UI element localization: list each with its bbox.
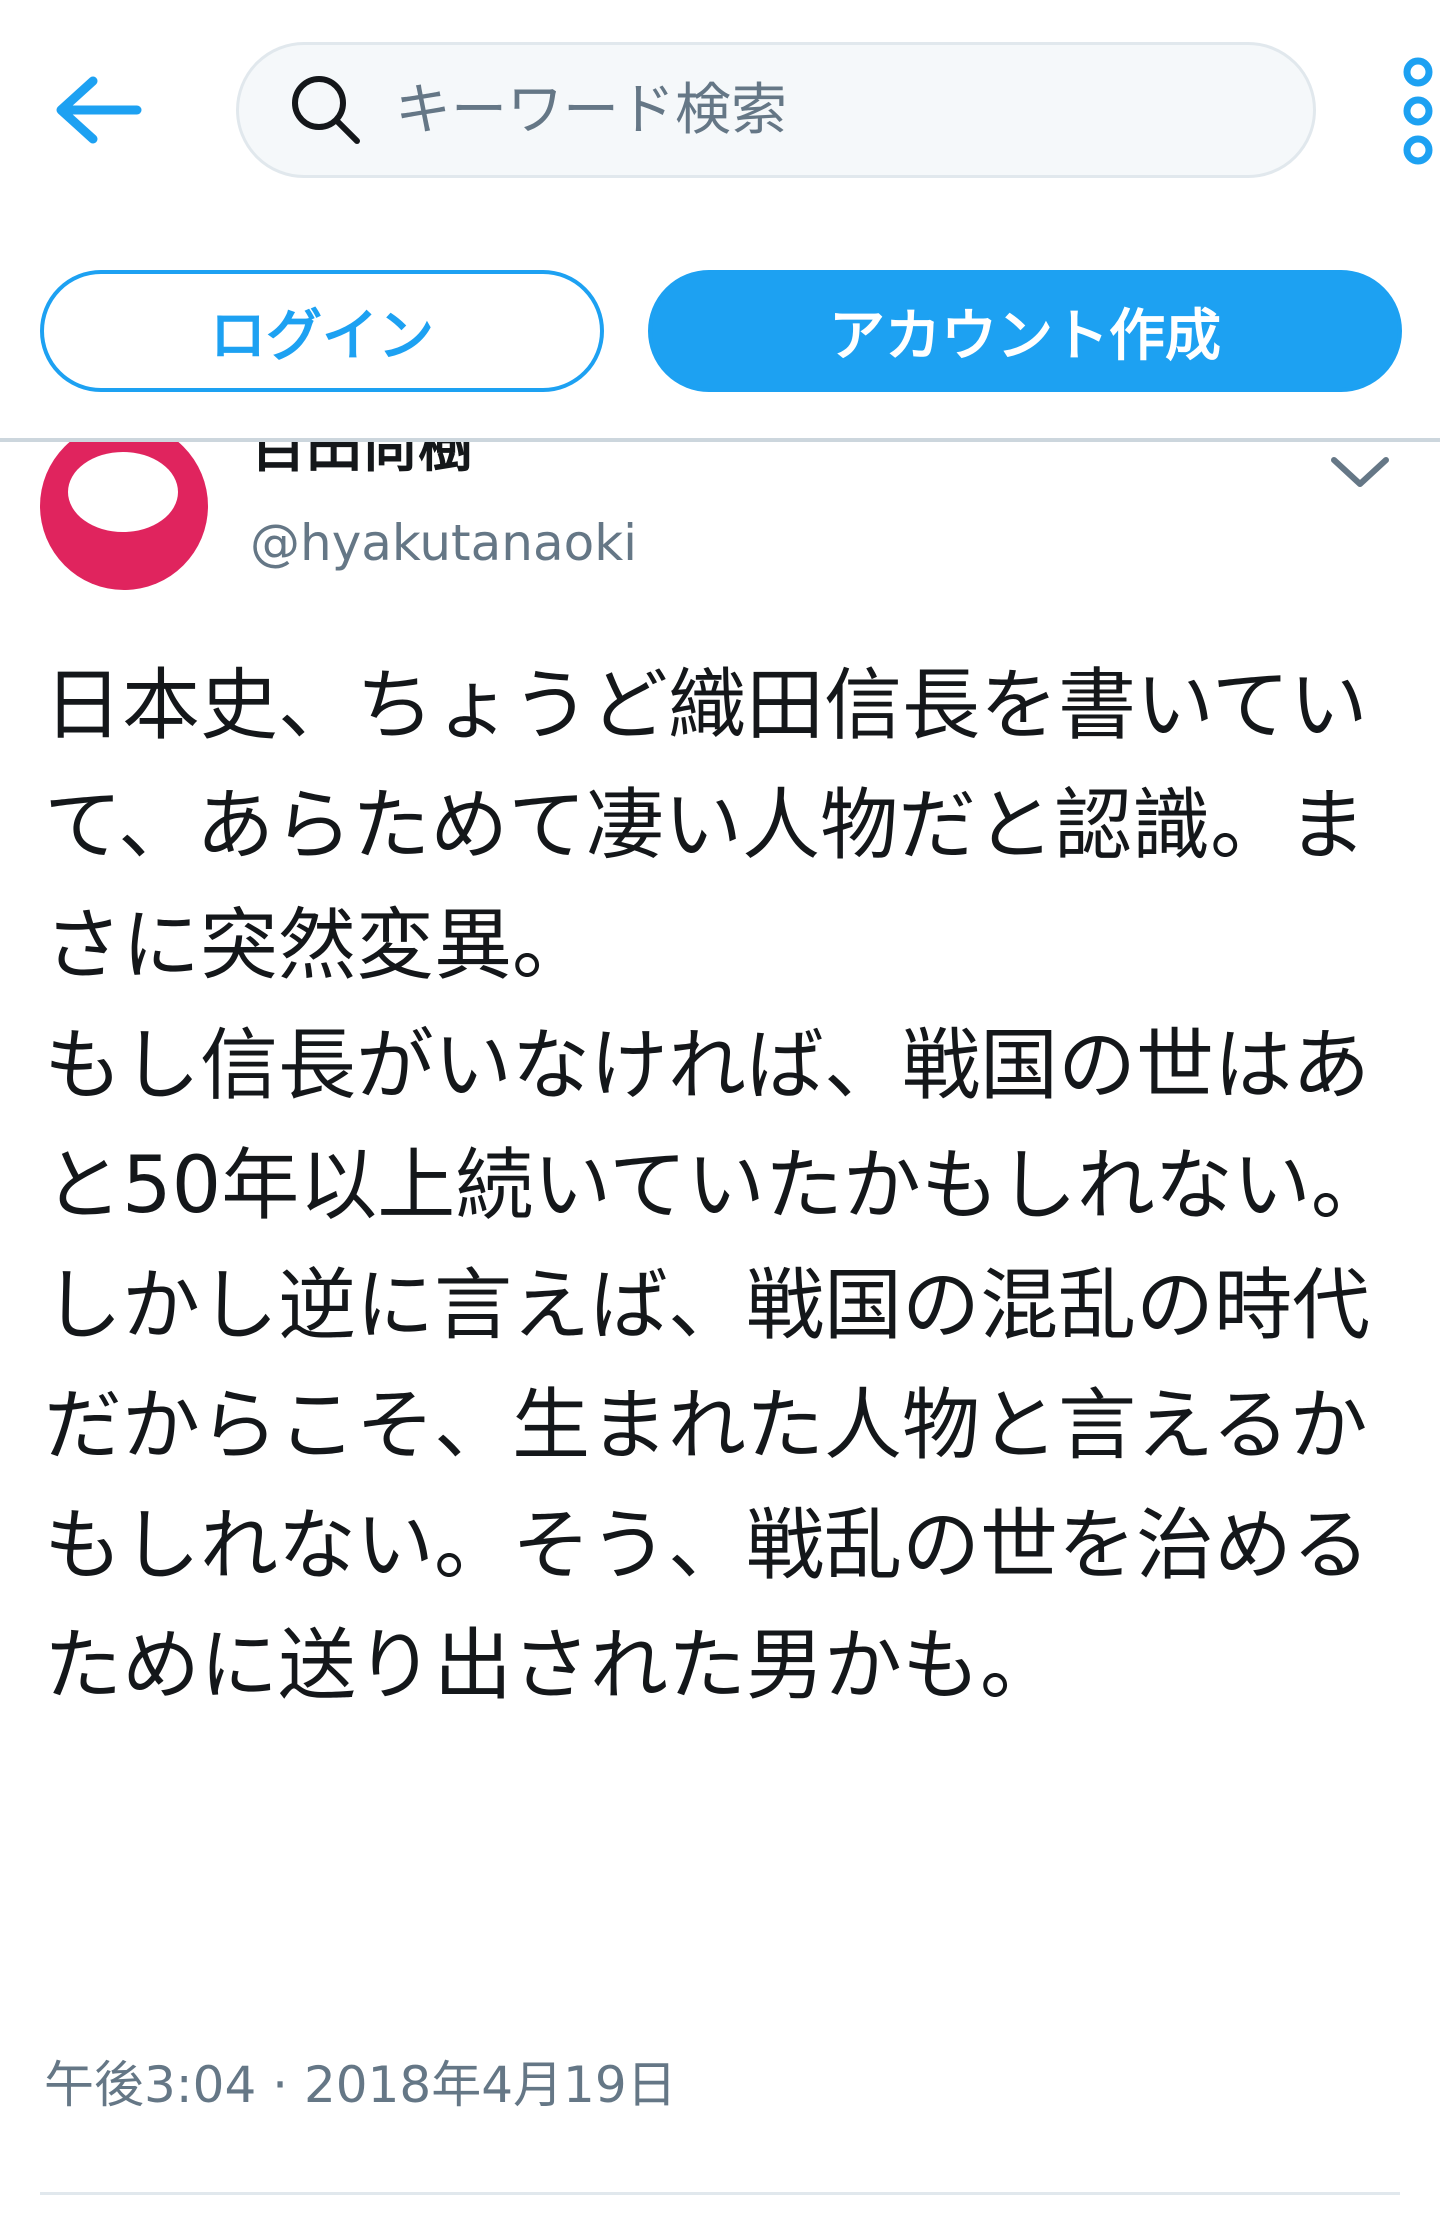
avatar-image [40,442,208,590]
more-options-button[interactable] [1396,56,1440,166]
top-bar [0,0,1440,200]
author-display-name[interactable]: 百田尚樹 [250,442,474,488]
tweet-paragraph: しかし逆に言えば、戦国の混乱の時代だからこそ、生まれた人物と言えるかもしれない。… [44,1261,1371,1711]
tweet-menu-button[interactable] [1320,444,1400,504]
search-input[interactable] [393,76,1257,144]
tweet: 百田尚樹 @hyakutanaoki 日本史、ちょうど織田信長を書いていて、あら… [0,442,1440,2236]
tweet-divider [40,2192,1400,2195]
tweet-timestamp[interactable]: 午後3:04 · 2018年4月19日 [44,2050,677,2120]
search-icon [289,73,363,147]
avatar[interactable] [40,442,208,590]
login-button[interactable]: ログイン [40,270,604,392]
create-account-button[interactable]: アカウント作成 [648,270,1402,392]
chevron-down-icon [1320,457,1400,508]
tweet-paragraph: 日本史、ちょうど織田信長を書いていて、あらためて凄い人物だと認識。まさに突然変異… [44,661,1368,991]
author-handle[interactable]: @hyakutanaoki [250,508,637,578]
search-bar[interactable] [236,42,1316,178]
arrow-left-icon [53,75,143,149]
tweet-paragraph: もし信長がいなければ、戦国の世はあと50年以上続いていたかもしれない。 [44,1021,1389,1231]
tweet-text: 日本史、ちょうど織田信長を書いていて、あらためて凄い人物だと認識。まさに突然変異… [44,646,1414,1726]
vertical-dots-icon [1396,57,1440,170]
back-button[interactable] [48,62,148,162]
